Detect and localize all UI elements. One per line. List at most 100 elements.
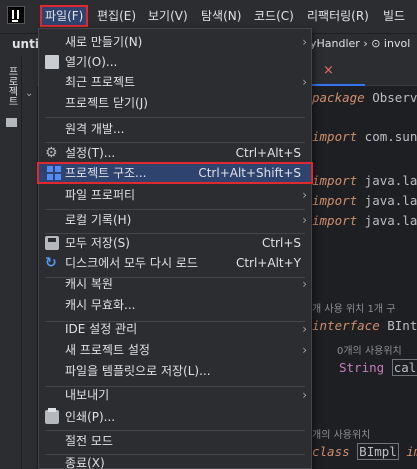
reload-icon: ↻ [45,255,57,271]
menu-item-label: 종료(X) [65,456,105,469]
menu-item-label: 인쇄(P)... [65,410,116,424]
menu-item-label: 모두 저장(S) [65,236,130,250]
menu-item-print[interactable]: 인쇄(P)... [39,406,311,428]
menu-item-label: 캐시 복원 [65,277,113,291]
folder-icon [45,55,59,69]
menu-item-reload-from-disk[interactable]: ↻ 디스크에서 모두 다시 로드 Ctrl+Alt+Y [39,252,311,274]
file-menu-dropdown: 새로 만들기(N) › 열기(O)... 최근 프로젝트 › 프로젝트 닫기(J… [37,28,313,469]
menu-item-save-all[interactable]: 모두 저장(S) Ctrl+S [39,232,311,254]
menu-item-new-project-settings[interactable]: 새 프로젝트 설정 › [39,339,311,361]
code-line[interactable]: class BImpl im [312,443,417,460]
project-tree: ⌄ [22,56,37,469]
code-line[interactable]: import com.sun [312,129,417,144]
menu-edit[interactable]: 편집(E) [92,5,141,27]
menu-item-shortcut: Ctrl+Alt+Shift+S [198,166,301,180]
menu-item-recent-projects[interactable]: 최근 프로젝트 › [39,71,311,93]
menu-item-new[interactable]: 새로 만들기(N) › [39,31,311,53]
menu-item-power-save[interactable]: 절전 모드 [39,430,311,452]
menu-item-label: 원격 개발... [65,122,125,136]
chevron-right-icon: › [302,75,307,89]
project-tool-window-label[interactable]: 프로젝트 [4,66,19,106]
menu-refactor[interactable]: 리팩터링(R) [302,5,374,27]
menu-item-shortcut: Ctrl+Alt+S [235,146,301,160]
code-line[interactable]: import java.la [312,173,417,188]
app-logo-icon[interactable] [7,6,25,24]
menu-item-settings[interactable]: ⚙ 설정(T)... Ctrl+Alt+S [39,142,311,164]
usage-hint[interactable]: 0개의 사용위치 [337,342,402,357]
print-icon [45,408,59,424]
menu-item-label: 절전 모드 [65,434,113,448]
chevron-right-icon: › [302,388,307,402]
menu-build[interactable]: 빌드 [378,5,410,27]
menu-item-label: 디스크에서 모두 다시 로드 [65,256,198,270]
code-keyword: package [312,90,365,105]
menu-item-open[interactable]: 열기(O)... [39,51,311,73]
code-keyword: interface [312,318,380,333]
menu-item-local-history[interactable]: 로컬 기록(H) › [39,209,311,231]
code-keyword: im [406,444,417,459]
editor-tab[interactable]: a × [305,60,365,86]
code-text: BInt [379,318,417,333]
menu-item-invalidate-caches[interactable]: 캐시 무효화... [39,294,311,316]
usage-hint[interactable]: 개의 사용위치 [312,426,370,441]
menu-item-shortcut: Ctrl+Alt+Y [235,256,301,270]
chevron-down-icon[interactable]: ⌄ [25,88,33,99]
breadcrumb[interactable]: yHandler › ⊙ invol [310,37,410,50]
chevron-right-icon: › [302,188,307,202]
chevron-right-icon: › [302,322,307,336]
menu-item-label: 최근 프로젝트 [65,75,136,89]
project-structure-icon [47,166,61,180]
menu-item-save-as-template[interactable]: 파일을 템플릿으로 저장(L)... [39,360,311,382]
gear-icon: ⚙ [45,145,58,161]
menu-item-close-project[interactable]: 프로젝트 닫기(J) [39,92,311,114]
menu-item-label: IDE 설정 관리 [65,322,138,336]
code-line[interactable]: interface BInt [312,318,417,333]
close-icon[interactable]: × [323,63,334,78]
menu-item-cache-recovery[interactable]: 캐시 복원 › [39,273,311,295]
code-keyword: import [312,129,358,144]
menu-item-project-structure[interactable]: 프로젝트 구조... Ctrl+Alt+Shift+S [37,162,313,184]
menu-item-ide-settings[interactable]: IDE 설정 관리 › [39,318,311,340]
chevron-right-icon: › [302,343,307,357]
code-identifier: BImpl [357,443,399,460]
menu-item-label: 프로젝트 닫기(J) [65,96,148,110]
code-identifier: cal [391,359,417,376]
code-line[interactable]: import java.la [312,193,417,208]
code-text: com.sun [357,129,417,144]
menu-item-label: 프로젝트 구조... [65,166,147,180]
menu-item-label: 파일 프로퍼티 [65,188,136,202]
left-tool-strip: 프로젝트 [0,56,22,469]
save-icon [45,236,59,250]
menu-file[interactable]: 파일(F) [40,5,89,27]
menu-item-label: 캐시 무효화... [65,298,136,312]
menu-item-label: 새 프로젝트 설정 [65,343,150,357]
code-text: java.la [357,193,417,208]
menu-item-file-properties[interactable]: 파일 프로퍼티 › [39,184,311,206]
menu-item-label: 내보내기 [65,388,110,402]
chevron-right-icon: › [302,213,307,227]
menu-item-label: 새로 만들기(N) [65,35,143,49]
chevron-right-icon: › [302,35,307,49]
menu-item-label: 설정(T)... [65,146,116,160]
menu-view[interactable]: 보기(V) [143,5,193,27]
menu-item-export[interactable]: 내보내기 › [39,384,311,406]
menu-item-remote-dev[interactable]: 원격 개발... [39,118,311,140]
folder-icon[interactable] [6,118,17,127]
code-text: java.la [357,213,417,228]
usage-hint[interactable]: 개 사용 위치 1개 구 [312,300,395,315]
code-text: java.la [357,173,417,188]
menu-navigate[interactable]: 탐색(N) [196,5,246,27]
menu-item-exit[interactable]: 종료(X) [39,452,311,469]
menu-item-label: 열기(O)... [65,55,118,69]
code-line[interactable]: String cal [339,359,417,376]
chevron-right-icon: › [302,277,307,291]
code-keyword: import [312,173,358,188]
menu-item-shortcut: Ctrl+S [261,236,301,250]
code-type: String [339,360,385,375]
code-line[interactable]: package Observ [312,90,417,105]
menu-item-label: 파일을 템플릿으로 저장(L)... [65,364,211,378]
code-text: Observ [364,90,417,105]
menu-code[interactable]: 코드(C) [249,5,299,27]
code-line[interactable]: import java.la [312,213,417,228]
code-keyword: import [312,213,358,228]
